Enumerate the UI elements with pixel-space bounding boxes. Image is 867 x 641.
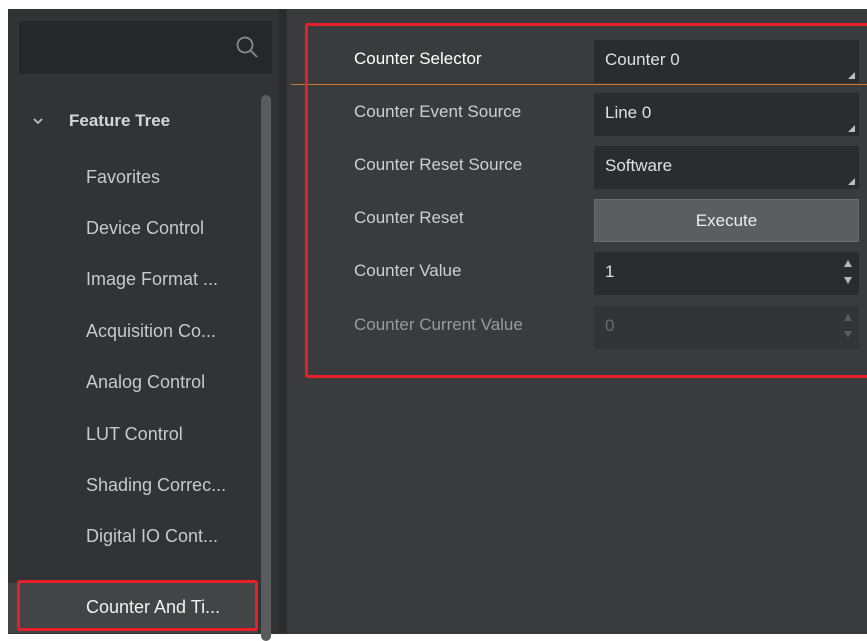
dropdown-arrow-icon <box>848 178 855 185</box>
tree-item-analog-control[interactable]: Analog Control <box>8 358 258 408</box>
tree-item-digital-io-control[interactable]: Digital IO Cont... <box>8 512 258 562</box>
spinbox-value: 1 <box>605 262 615 281</box>
arrow-down-icon <box>844 331 852 338</box>
prop-row-counter-event-source: Counter Event Source Line 0 <box>303 92 867 138</box>
properties-panel: Counter Selector Counter 0 Counter Event… <box>287 9 867 634</box>
tree-item-image-format[interactable]: Image Format ... <box>8 255 258 305</box>
prop-label: Counter Event Source <box>354 102 522 121</box>
tree-scrollbar[interactable] <box>261 95 271 641</box>
tree-header-label: Feature Tree <box>69 111 171 130</box>
feature-tree-panel: Feature Tree Favorites Device Control Im… <box>8 9 279 641</box>
prop-label: Counter Reset <box>354 208 464 227</box>
tree-item-label: Image Format ... <box>86 269 219 289</box>
tree-item-acquisition-control[interactable]: Acquisition Co... <box>8 307 258 357</box>
dropdown-arrow-icon <box>848 125 855 132</box>
prop-label: Counter Reset Source <box>354 155 523 174</box>
selected-row-underline <box>291 84 867 85</box>
prop-row-counter-reset: Counter Reset Execute <box>303 198 867 244</box>
app-window: Feature Tree Favorites Device Control Im… <box>0 0 867 641</box>
counter-value-spinbox[interactable]: 1 <box>594 252 859 295</box>
dropdown-arrow-icon <box>848 72 855 79</box>
tree-item-label: Counter And Ti... <box>86 597 221 617</box>
tree-item-label: Device Control <box>86 218 205 238</box>
prop-label: Counter Selector <box>354 49 482 68</box>
spinbox-arrows[interactable] <box>843 258 853 290</box>
tree-item-counter-and-timer[interactable]: Counter And Ti... <box>8 583 258 633</box>
spinbox-arrows <box>843 312 853 344</box>
prop-label: Counter Current Value <box>354 315 523 334</box>
tree-item-label: Acquisition Co... <box>86 321 217 341</box>
tree-item-lut-control[interactable]: LUT Control <box>8 410 258 460</box>
tree-item-label: Digital IO Cont... <box>86 526 219 546</box>
dropdown-value: Counter 0 <box>605 50 680 69</box>
tree-item-device-control[interactable]: Device Control <box>8 204 258 254</box>
dropdown-value: Line 0 <box>605 103 652 122</box>
tree-item-favorites[interactable]: Favorites <box>8 153 258 203</box>
chevron-down-icon[interactable] <box>32 115 44 127</box>
prop-label: Counter Value <box>354 261 462 280</box>
panel-divider[interactable] <box>279 9 287 634</box>
tree-item-label: Favorites <box>86 167 161 187</box>
dropdown-value: Software <box>605 156 673 175</box>
counter-reset-source-dropdown[interactable]: Software <box>594 146 859 189</box>
arrow-up-icon[interactable] <box>844 260 852 267</box>
tree-item-label: Shading Correc... <box>86 475 227 495</box>
prop-row-counter-current-value: Counter Current Value 0 <box>303 305 867 351</box>
arrow-up-icon <box>844 314 852 321</box>
execute-button[interactable]: Execute <box>594 199 859 242</box>
prop-row-counter-reset-source: Counter Reset Source Software <box>303 145 867 191</box>
tree-header-feature-tree[interactable]: Feature Tree <box>8 93 258 153</box>
spinbox-value: 0 <box>605 316 615 335</box>
tree-item-label: LUT Control <box>86 424 183 444</box>
counter-selector-dropdown[interactable]: Counter 0 <box>594 40 859 83</box>
feature-tree: Feature Tree Favorites Device Control Im… <box>8 93 279 634</box>
counter-current-value-spinbox: 0 <box>594 306 859 349</box>
arrow-down-icon[interactable] <box>844 277 852 284</box>
search-icon[interactable] <box>234 34 260 60</box>
tree-item-label: Analog Control <box>86 372 206 392</box>
counter-event-source-dropdown[interactable]: Line 0 <box>594 93 859 136</box>
prop-row-counter-value: Counter Value 1 <box>303 251 867 297</box>
prop-row-counter-selector: Counter Selector Counter 0 <box>303 39 867 85</box>
search-input[interactable] <box>19 21 272 74</box>
tree-item-shading-correction[interactable]: Shading Correc... <box>8 461 258 511</box>
